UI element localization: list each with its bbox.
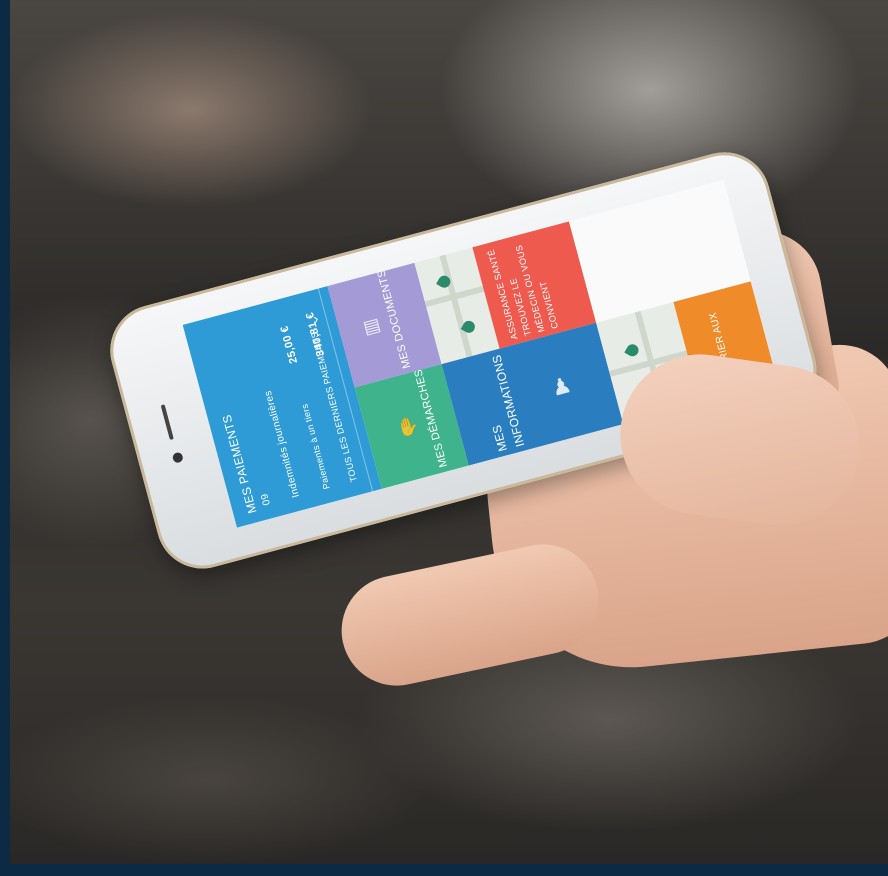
payment-row-1-day: 09	[259, 492, 273, 507]
payment-row-1-text: Indemnités journalières	[262, 389, 302, 499]
documents-label: MES DOCUMENTS	[375, 268, 414, 370]
phone-speaker	[160, 404, 174, 441]
map-pin-icon	[624, 342, 641, 359]
hand-lower-palm	[331, 534, 609, 696]
handshake-icon: ✋	[394, 414, 422, 440]
informations-label-1: MES	[489, 423, 510, 453]
phone-sensor	[171, 451, 184, 464]
photo-background: MES PAIEMENTS 09 Indemnités journalières…	[10, 0, 888, 864]
demarches-label: MES DÉMARCHES	[412, 367, 451, 469]
payment-row-2-text: Paiements à un tiers	[299, 402, 332, 491]
payment-amount-2: 25,00 €	[278, 324, 301, 365]
frame-border-left	[0, 0, 10, 876]
frame-border-bottom	[0, 864, 888, 876]
map-road	[439, 254, 473, 358]
payments-title: MES PAIEMENTS	[219, 413, 260, 515]
document-icon: ▤	[361, 314, 383, 338]
person-icon: ♟	[548, 371, 575, 402]
